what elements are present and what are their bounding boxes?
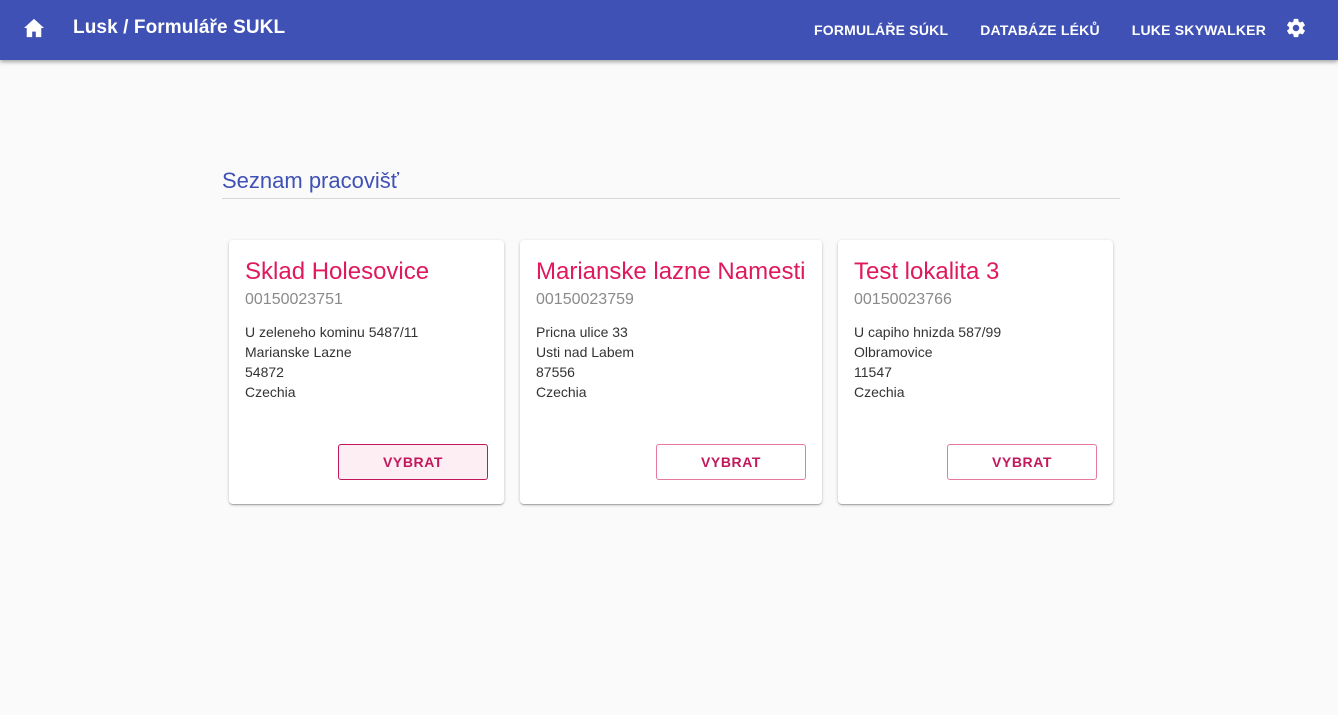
select-button[interactable]: Vybrat: [947, 444, 1097, 480]
address-street: U zeleneho kominu 5487/11: [245, 324, 419, 340]
address-city: Olbramovice: [854, 344, 933, 360]
workplace-address: U zeleneho kominu 5487/11 Marianske Lazn…: [245, 322, 488, 402]
nav-item-user[interactable]: Luke Skywalker: [1116, 22, 1282, 38]
workplace-name: Test lokalita 3: [854, 258, 1000, 285]
address-zip: 54872: [245, 364, 284, 380]
workplace-name: Sklad Holesovice: [245, 258, 430, 285]
workplace-address: U capiho hnizda 587/99 Olbramovice 11547…: [854, 322, 1097, 402]
workplace-address: Pricna ulice 33 Usti nad Labem 87556 Cze…: [536, 322, 806, 402]
workplace-code: 00150023751: [245, 291, 343, 308]
workplace-name: Marianske lazne Namesti: [536, 258, 806, 285]
title-divider: [222, 198, 1120, 199]
address-city: Usti nad Labem: [536, 344, 635, 360]
address-city: Marianske Lazne: [245, 344, 352, 360]
select-button[interactable]: Vybrat: [656, 444, 806, 480]
workplace-code: 00150023759: [536, 291, 634, 308]
workplace-card: Marianske lazne Namesti 00150023759 Pric…: [520, 240, 822, 504]
home-icon: [23, 18, 45, 43]
settings-button[interactable]: [1284, 18, 1308, 42]
workplace-card: Test lokalita 3 00150023766 U capiho hni…: [838, 240, 1113, 504]
address-street: U capiho hnizda 587/99: [854, 324, 1002, 340]
home-button[interactable]: [14, 10, 54, 50]
address-street: Pricna ulice 33: [536, 324, 628, 340]
app-title: Lusk / Formuláře SUKL: [73, 17, 286, 38]
top-nav: Formuláře SÚKL Databáze léků Luke Skywal…: [798, 0, 1308, 60]
gear-icon: [1285, 17, 1307, 44]
page-title: Seznam pracovišť: [222, 168, 399, 193]
workplace-code: 00150023766: [854, 291, 952, 308]
address-zip: 87556: [536, 364, 575, 380]
nav-item-databaze-leku[interactable]: Databáze léků: [964, 22, 1116, 38]
app-bar: Lusk / Formuláře SUKL Formuláře SÚKL Dat…: [0, 0, 1338, 60]
nav-item-formulare-sukl[interactable]: Formuláře SÚKL: [798, 22, 964, 38]
address-country: Czechia: [245, 384, 296, 400]
workplace-card: Sklad Holesovice 00150023751 U zeleneho …: [229, 240, 504, 504]
address-country: Czechia: [854, 384, 905, 400]
address-country: Czechia: [536, 384, 587, 400]
address-zip: 11547: [854, 364, 892, 380]
select-button[interactable]: Vybrat: [338, 444, 488, 480]
